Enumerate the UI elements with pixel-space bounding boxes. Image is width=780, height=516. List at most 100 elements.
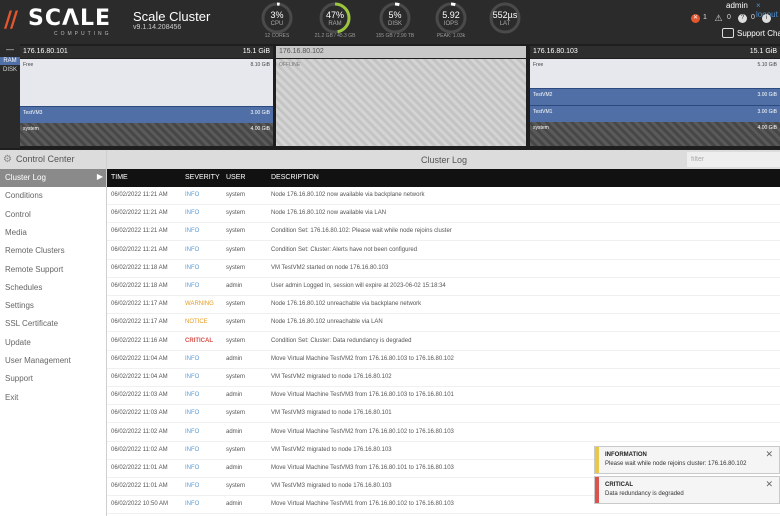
log-row[interactable]: 06/02/2022 11:16 AM CRITICAL system Conditi…	[107, 333, 780, 351]
sidebar-item-schedules[interactable]: Schedules	[0, 279, 106, 297]
toast-critical[interactable]: CRITICAL Data redundancy is degraded ✕	[594, 476, 780, 504]
log-description: Move Virtual Machine TestVM1 from 176.16…	[271, 501, 454, 508]
log-user: system	[226, 483, 246, 490]
sidebar-item-media[interactable]: Media	[0, 224, 106, 242]
log-row[interactable]: 06/02/2022 11:02 AM INFO admin Move Virtual…	[107, 424, 780, 442]
log-user: admin	[226, 392, 243, 399]
offline-label: OFFLINE	[279, 62, 301, 68]
log-description: VM TestVM3 migrated to node 176.16.80.10…	[271, 483, 392, 490]
log-description: VM TestVM3 migrated to node 176.16.80.10…	[271, 410, 392, 417]
log-row[interactable]: 06/02/2022 11:04 AM INFO admin Move Virtual…	[107, 351, 780, 369]
sidebar-item-control[interactable]: Control	[0, 206, 106, 224]
scale-logo[interactable]: // SCΛLE COMPUTING	[4, 6, 116, 38]
gauge-detail: 21.2 GB / 45.3 GB	[314, 33, 356, 39]
sidebar-item-user-management[interactable]: User Management	[0, 352, 106, 370]
log-description: VM TestVM2 migrated to node 176.16.80.10…	[271, 446, 392, 453]
toast-information[interactable]: INFORMATION Please wait while node rejoin…	[594, 446, 780, 474]
log-row[interactable]: 06/02/2022 11:18 AM INFO system VM TestVM2 …	[107, 260, 780, 278]
gauge-cpu[interactable]: 3% CPU 12 CORES	[246, 2, 308, 42]
log-time: 06/02/2022 10:50 AM	[111, 501, 169, 508]
segment-size: 3.00 GiB	[757, 92, 777, 98]
log-row[interactable]: 06/02/2022 11:03 AM INFO system VM TestVM3 …	[107, 405, 780, 424]
log-row[interactable]: 06/02/2022 11:04 AM INFO system VM TestVM2 …	[107, 369, 780, 387]
segment-size: 3.00 GiB	[757, 109, 777, 115]
node-card[interactable]: 176.16.80.102 OFFLINE	[276, 46, 526, 146]
node-card[interactable]: 176.16.80.101 15.1 GiB Free 8.10 GiB TestVM3…	[20, 46, 273, 146]
segment-size: 8.10 GiB	[250, 62, 270, 68]
gauge-disk[interactable]: 5% DISK 155 GB / 2.90 TB	[364, 2, 426, 42]
gauge-ram[interactable]: 47% RAM 21.2 GB / 45.3 GB	[304, 2, 366, 42]
warning-alert-count: 0	[727, 14, 731, 21]
log-severity: INFO	[185, 283, 200, 289]
sidebar-item-support[interactable]: Support	[0, 370, 106, 388]
vm-segment[interactable]: TestVM1 3.00 GiB	[530, 105, 780, 122]
col-description[interactable]: DESCRIPTION	[271, 174, 319, 181]
close-icon[interactable]: ✕	[765, 449, 773, 460]
node-ip: 176.16.80.102	[279, 48, 324, 55]
log-row[interactable]: 06/02/2022 11:21 AM INFO system Condition S…	[107, 242, 780, 260]
gauge-detail: 12 CORES	[264, 33, 290, 39]
segment-size: 3.00 GiB	[250, 110, 270, 116]
col-severity[interactable]: SEVERITY	[185, 174, 220, 181]
log-row[interactable]: 06/02/2022 11:21 AM INFO system Node 176.16…	[107, 205, 780, 224]
support-chat-icon[interactable]	[722, 28, 734, 38]
log-severity: INFO	[185, 465, 200, 471]
sidebar-item-label: Remote Support	[5, 264, 64, 274]
sidebar-item-update[interactable]: Update	[0, 334, 106, 352]
log-filter-input[interactable]	[687, 152, 780, 167]
critical-alert-icon[interactable]: ✕	[691, 14, 700, 23]
sidebar-item-settings[interactable]: Settings	[0, 297, 106, 315]
sidebar-item-exit[interactable]: Exit	[0, 389, 106, 407]
ram-mode-button[interactable]: RAM	[0, 57, 20, 65]
sidebar-item-cluster-log[interactable]: Cluster Log ▶	[0, 169, 106, 187]
log-time: 06/02/2022 11:21 AM	[111, 210, 168, 217]
log-row[interactable]: 06/02/2022 11:17 AM WARNING system Node 176…	[107, 296, 780, 315]
vm-segment[interactable]: TestVM2 3.00 GiB	[530, 88, 780, 105]
sidebar-item-label: Settings	[5, 301, 34, 311]
log-row[interactable]: 06/02/2022 11:18 AM INFO admin User admin L…	[107, 278, 780, 296]
sidebar-item-label: Exit	[5, 392, 19, 402]
node-card[interactable]: 176.16.80.103 15.1 GiB Free 5.10 GiB TestVM2…	[530, 46, 780, 146]
sidebar-item-remote-clusters[interactable]: Remote Clusters	[0, 242, 106, 260]
segment-name: Free	[533, 62, 544, 68]
cluster-version: v9.1.14.208456	[133, 24, 182, 31]
log-row[interactable]: 06/02/2022 11:17 AM NOTICE system Node 176.…	[107, 314, 780, 333]
info-alert-icon[interactable]: i	[762, 14, 771, 23]
collapse-nodes-button[interactable]: —	[6, 45, 14, 54]
sidebar-item-conditions[interactable]: Conditions	[0, 187, 106, 205]
support-chat-link[interactable]: Support Chat	[737, 29, 780, 38]
log-user: system	[226, 319, 246, 326]
gauge-detail: PEAK: 1.03k	[436, 33, 466, 39]
gauge-value: 5.92	[442, 10, 460, 20]
node-total-ram: 15.1 GiB	[242, 48, 270, 55]
col-user[interactable]: USER	[226, 174, 245, 181]
help-icon[interactable]: ?	[738, 14, 747, 23]
log-user: system	[226, 192, 246, 198]
log-severity: CRITICAL	[185, 337, 213, 344]
system-segment: system 4.00 GiB	[530, 122, 780, 146]
gauge-lat[interactable]: 552µs LAT	[474, 2, 536, 42]
log-description: Condition Set: 176.16.80.102: Please wai…	[271, 228, 452, 235]
log-severity: INFO	[185, 501, 200, 508]
log-user: system	[226, 246, 246, 253]
log-row[interactable]: 06/02/2022 11:03 AM INFO admin Move Virtual…	[107, 387, 780, 406]
sidebar-item-label: Support	[5, 374, 34, 384]
log-description: User admin Logged In, session will expir…	[271, 283, 446, 289]
gauge-detail: 155 GB / 2.90 TB	[375, 33, 415, 39]
log-description: VM TestVM2 started on node 176.16.80.103	[271, 264, 389, 271]
warning-alert-icon[interactable]: ⚠	[714, 14, 723, 23]
close-icon[interactable]: ✕	[765, 479, 773, 490]
sidebar-item-remote-support[interactable]: Remote Support	[0, 261, 106, 279]
gauge-label: RAM	[328, 21, 342, 27]
log-row[interactable]: 06/02/2022 11:21 AM INFO system Node 176.16…	[107, 187, 780, 205]
vm-segment[interactable]: TestVM3 3.00 GiB	[20, 106, 273, 123]
col-time[interactable]: TIME	[111, 174, 128, 181]
sidebar-item-ssl-certificate[interactable]: SSL Certificate	[0, 315, 106, 333]
logo-word: SCΛLE	[28, 6, 112, 31]
disk-mode-button[interactable]: DISK	[0, 66, 20, 74]
log-row[interactable]: 06/02/2022 11:21 AM INFO system Condition S…	[107, 223, 780, 242]
gauge-iops[interactable]: 5.92 IOPS PEAK: 1.03k	[420, 2, 482, 42]
node-header: 176.16.80.103 15.1 GiB	[530, 46, 780, 58]
log-severity: INFO	[185, 246, 200, 253]
log-description: Condition Set: Cluster: Alerts have not …	[271, 246, 418, 253]
